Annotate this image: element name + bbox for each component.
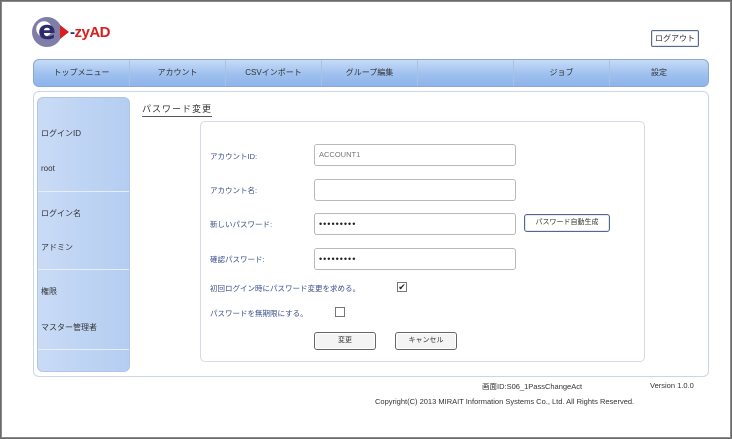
app-logo: e -zyAD (32, 16, 111, 48)
nav-account[interactable]: アカウント (130, 60, 226, 86)
account-name-field[interactable] (314, 179, 516, 201)
login-id-value: root (41, 164, 55, 173)
logo-arrow-icon (60, 25, 69, 39)
no-expire-checkbox[interactable] (335, 307, 345, 317)
sidebar-role: 権限 マスター管理者 (38, 270, 129, 350)
confirm-password-field[interactable]: ••••••••• (314, 248, 516, 270)
account-name-label: アカウント名: (210, 186, 258, 195)
main-nav: トップメニュー アカウント CSVインポート グループ編集 ジョブ 設定 (33, 59, 709, 87)
password-change-form: アカウントID: ACCOUNT1 アカウント名: 新しいパスワード: ••••… (200, 121, 645, 362)
nav-top-menu[interactable]: トップメニュー (34, 60, 130, 86)
cancel-button[interactable]: キャンセル (395, 332, 457, 350)
login-name-label: ログイン名 (41, 209, 81, 218)
generate-password-button[interactable]: パスワード自動生成 (524, 214, 610, 232)
screen-id: 画面ID:S06_1PassChangeAct (482, 382, 583, 391)
logout-button[interactable]: ログアウト (651, 30, 699, 47)
logo-mark: e (32, 17, 62, 47)
account-id-label: アカウントID: (210, 152, 258, 161)
nav-settings[interactable]: 設定 (610, 60, 708, 86)
nav-csv-import[interactable]: CSVインポート (226, 60, 322, 86)
sidebar-login-id: ログインID root (38, 98, 129, 192)
submit-button[interactable]: 変更 (314, 332, 376, 350)
user-info-sidebar: ログインID root ログイン名 アドミン 権限 マスター管理者 (37, 97, 130, 372)
confirm-password-label: 確認パスワード: (210, 255, 265, 264)
logo-text: -zyAD (70, 23, 111, 41)
page-title: パスワード変更 (142, 102, 213, 117)
main-content: ログインID root ログイン名 アドミン 権限 マスター管理者 パスワード変… (33, 91, 709, 377)
force-change-checkbox[interactable]: ✔ (397, 282, 407, 292)
sidebar-login-name: ログイン名 アドミン (38, 192, 129, 270)
login-id-label: ログインID (41, 129, 81, 138)
role-label: 権限 (41, 287, 57, 296)
nav-blank (418, 60, 514, 86)
account-id-field[interactable]: ACCOUNT1 (314, 144, 516, 166)
login-name-value: アドミン (41, 243, 73, 252)
no-expire-label: パスワードを無期限にする。 (210, 309, 308, 318)
role-value: マスター管理者 (41, 323, 97, 332)
nav-group-edit[interactable]: グループ編集 (322, 60, 418, 86)
copyright-text: Copyright(C) 2013 MIRAIT Information Sys… (375, 397, 635, 406)
force-change-label: 初回ログイン時にパスワード変更を求める。 (210, 284, 360, 293)
nav-job[interactable]: ジョブ (514, 60, 610, 86)
new-password-label: 新しいパスワード: (210, 220, 273, 229)
app-window: e -zyAD ログアウト トップメニュー アカウント CSVインポート グルー… (1, 1, 731, 438)
new-password-field[interactable]: ••••••••• (314, 213, 516, 235)
version-text: Version 1.0.0 (650, 381, 694, 390)
